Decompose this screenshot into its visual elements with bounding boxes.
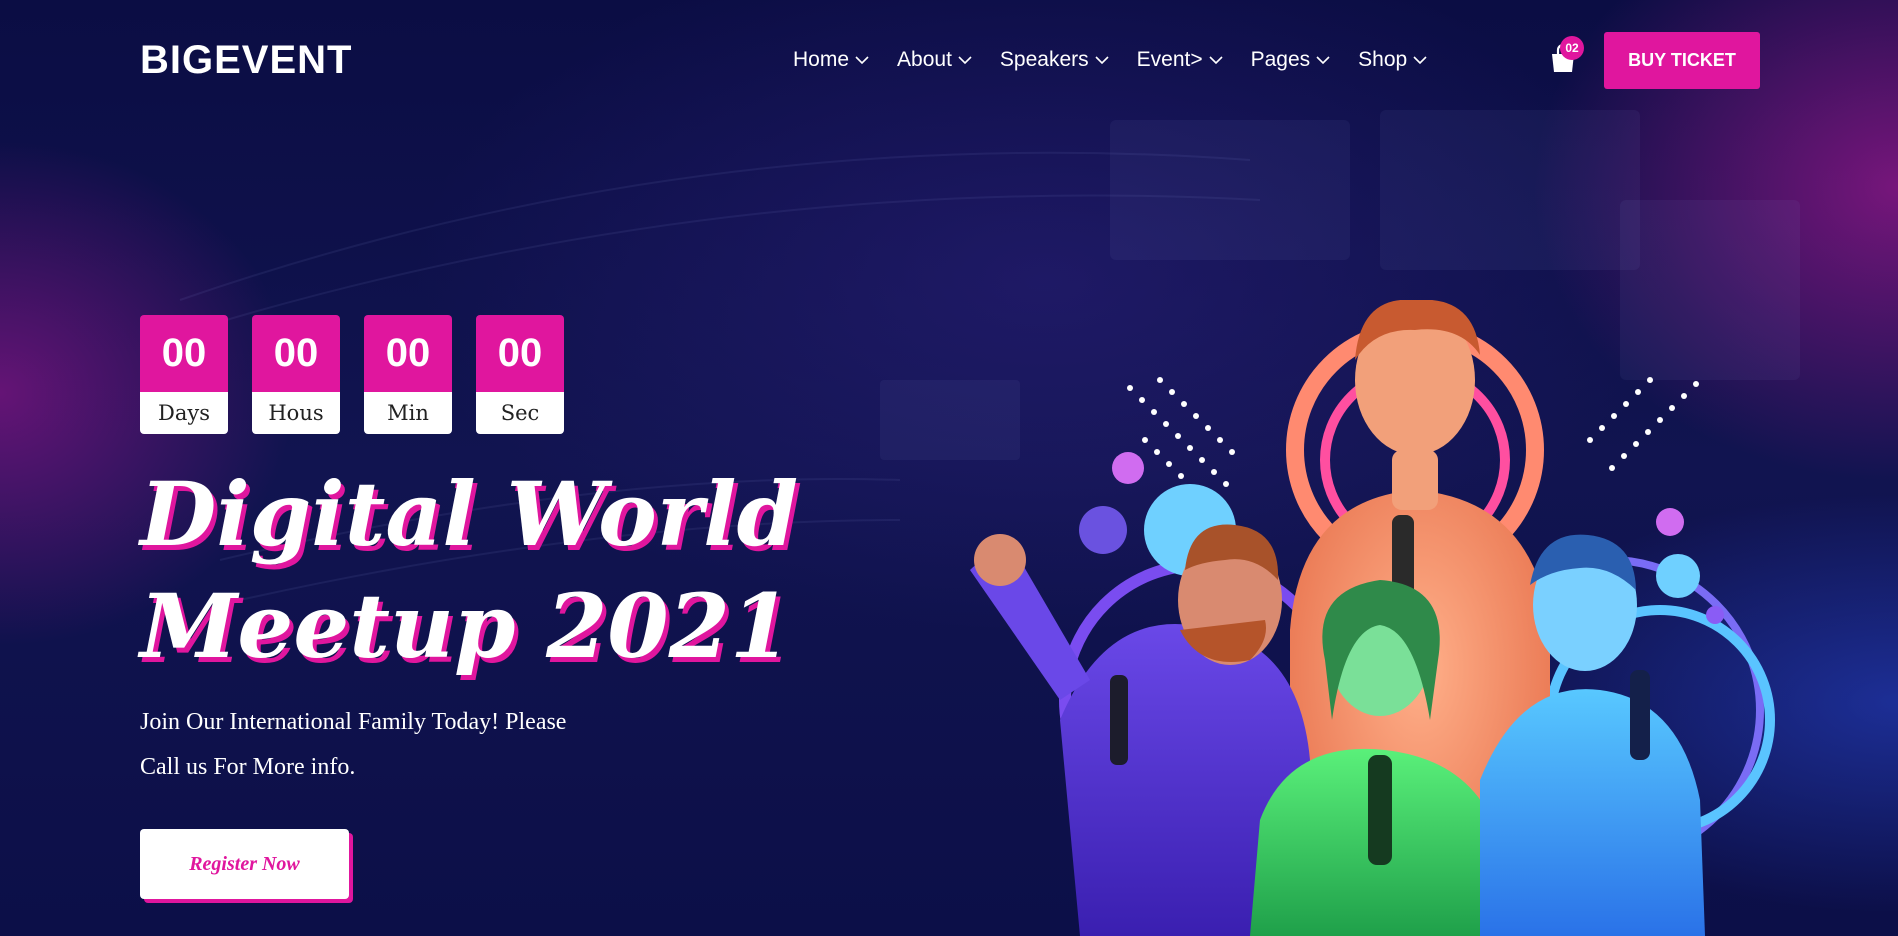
nav-item-event[interactable]: Event>: [1137, 44, 1223, 76]
speakers-illustration: [970, 300, 1775, 936]
nav-item-label: Speakers: [999, 48, 1089, 71]
countdown-label: Days: [140, 392, 228, 434]
chevron-down-icon: [958, 56, 972, 65]
site-logo[interactable]: BIGEVENT: [140, 38, 352, 83]
nav-item-label: Pages: [1250, 48, 1311, 71]
countdown-days: 00 Days: [140, 315, 228, 434]
countdown-timer: 00 Days 00 Hous 00 Min 00 Sec: [140, 315, 564, 434]
chevron-down-icon: [1316, 56, 1330, 65]
hero-title-line: Meetup 2021: [140, 574, 792, 678]
chevron-down-icon: [1413, 56, 1427, 65]
countdown-value: 00: [140, 315, 228, 392]
hero-title-line: Digital World: [140, 462, 799, 566]
main-nav: Home About Speakers Event> Pages Shop: [793, 44, 1455, 76]
countdown-label: Min: [364, 392, 452, 434]
countdown-label: Hous: [252, 392, 340, 434]
nav-item-speakers[interactable]: Speakers: [1000, 44, 1109, 76]
chevron-down-icon: [855, 56, 869, 65]
countdown-value: 00: [364, 315, 452, 392]
countdown-minutes: 00 Min: [364, 315, 452, 434]
hero-subtitle-line: Join Our International Family Today! Ple…: [140, 709, 567, 735]
nav-item-shop[interactable]: Shop: [1358, 44, 1427, 76]
countdown-value: 00: [476, 315, 564, 392]
nav-item-label: Event>: [1136, 48, 1203, 71]
chevron-down-icon: [1209, 56, 1223, 65]
nav-item-label: Home: [793, 48, 850, 71]
countdown-seconds: 00 Sec: [476, 315, 564, 434]
hero-subtitle: Join Our International Family Today! Ple…: [140, 700, 660, 790]
nav-item-home[interactable]: Home: [793, 44, 869, 76]
nav-item-label: About: [897, 48, 952, 71]
countdown-label: Sec: [476, 392, 564, 434]
countdown-hours: 00 Hous: [252, 315, 340, 434]
hero-subtitle-line: Call us For More info.: [140, 754, 356, 780]
nav-item-about[interactable]: About: [897, 44, 972, 76]
cart-count-badge: 02: [1560, 36, 1584, 60]
hero-title: Digital World Meetup 2021: [140, 458, 800, 682]
nav-item-label: Shop: [1358, 48, 1408, 71]
countdown-value: 00: [252, 315, 340, 392]
nav-item-pages[interactable]: Pages: [1251, 44, 1331, 76]
chevron-down-icon: [1095, 56, 1109, 65]
register-now-button[interactable]: Register Now: [140, 829, 349, 899]
buy-ticket-button[interactable]: BUY TICKET: [1604, 32, 1760, 89]
